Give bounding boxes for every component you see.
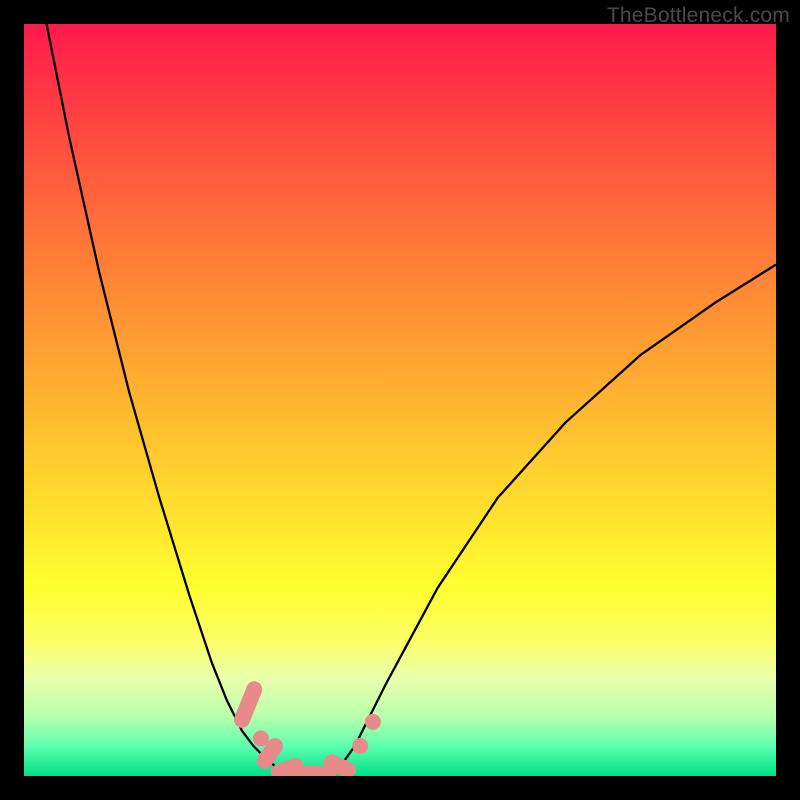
bottleneck-curve-plot (24, 24, 776, 776)
marker-dot (253, 730, 269, 746)
marker-layer (232, 679, 381, 776)
chart-frame (24, 24, 776, 776)
watermark-text: TheBottleneck.com (607, 4, 790, 28)
marker-dot (365, 714, 381, 730)
marker-pill (232, 679, 265, 730)
marker-dot (352, 738, 368, 754)
bottleneck-curve (47, 24, 776, 775)
